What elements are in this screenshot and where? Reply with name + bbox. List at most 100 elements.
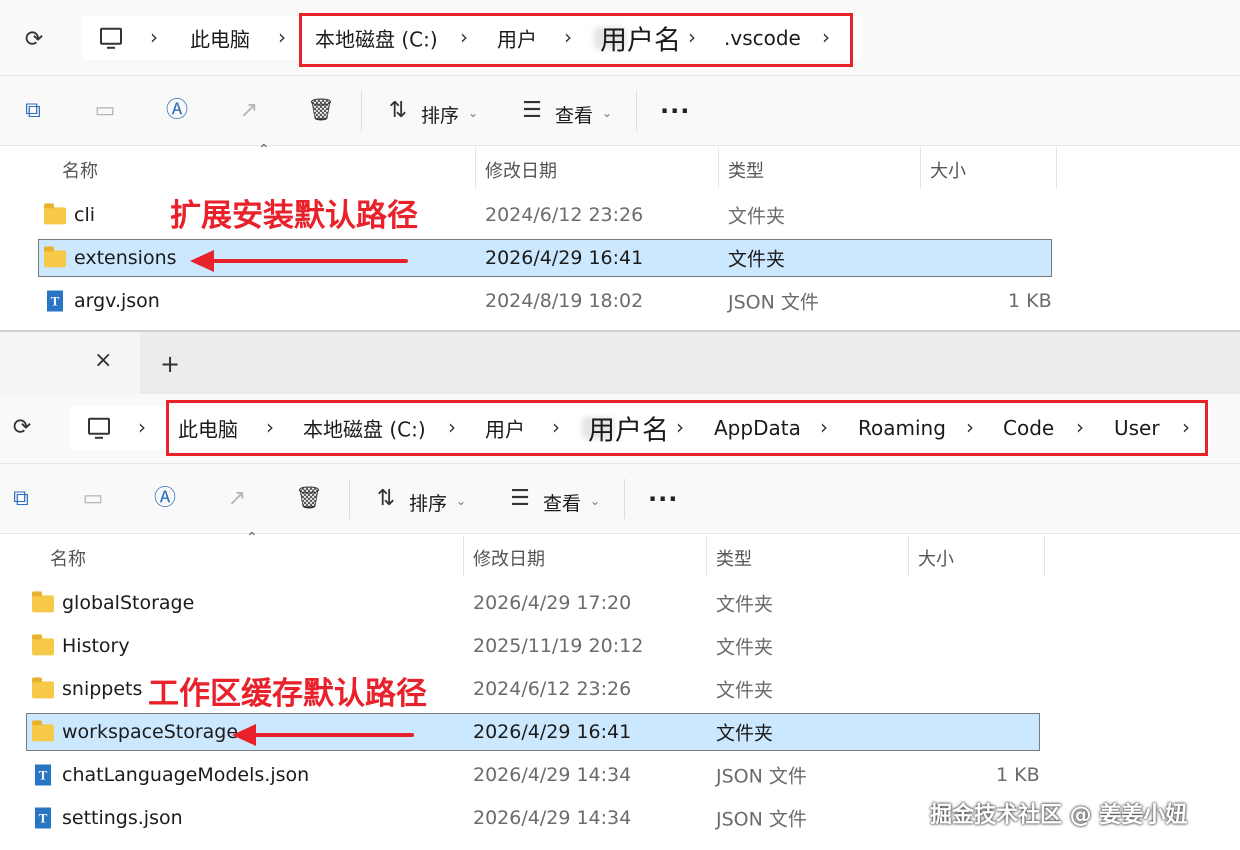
delete-icon[interactable]: 🗑 [307,97,335,125]
explorer-window-user: ⟳ › 此电脑 › 本地磁盘 (C:) › 用户 › 用户名 › AppData… [0,394,1240,850]
view-icon[interactable]: ☰ [518,97,546,125]
breadcrumb-chevron-icon[interactable]: › [278,25,286,49]
breadcrumb-chevron-icon[interactable]: › [138,415,146,439]
file-row-selected[interactable]: workspaceStorage 2026/4/29 16:41 文件夹 [26,713,1040,751]
folder-icon [32,634,54,656]
column-date[interactable]: 修改日期 [473,545,545,571]
column-separator[interactable] [908,536,909,576]
file-type: 文件夹 [716,593,774,616]
file-name: argv.json [74,290,160,312]
file-type: 文件夹 [728,248,786,271]
file-name: workspaceStorage [62,721,239,743]
delete-icon[interactable]: 🗑 [295,485,323,513]
address-bar-row: ⟳ › 此电脑 › 本地磁盘 (C:) › 用户 › 用户名 › AppData… [0,394,1240,464]
file-row[interactable]: T argv.json 2024/8/19 18:02 JSON 文件 1 KB [38,282,1052,320]
view-button[interactable]: 查看 [555,101,593,128]
toolbar-separator [361,91,362,131]
file-name: extensions [74,247,177,269]
toolbar-separator [636,91,637,131]
breadcrumb-this-pc[interactable]: 此电脑 [190,24,250,53]
column-size[interactable]: 大小 [918,545,954,571]
plus-icon[interactable]: + [160,350,180,378]
file-type: 文件夹 [716,636,774,659]
paste-icon[interactable]: ▭ [91,97,119,125]
column-separator[interactable] [920,148,921,188]
file-date: 2026/4/29 14:34 [473,807,632,829]
sort-icon[interactable]: ⇅ [384,97,412,125]
command-toolbar: ⧉ ▭ Ⓐ ↗ 🗑 ⇅ 排序 ⌄ ☰ 查看 ⌄ ··· [0,464,1240,534]
file-name: snippets [62,678,143,700]
share-icon[interactable]: ↗ [223,485,251,513]
column-name[interactable]: 名称 [50,545,86,571]
column-name[interactable]: 名称 [62,157,98,183]
file-date: 2026/4/29 16:41 [485,247,644,269]
sort-button[interactable]: 排序 [409,489,447,516]
file-row[interactable]: T chatLanguageModels.json 2026/4/29 14:3… [26,756,1040,794]
path-highlight-box [166,400,1208,456]
explorer-window-vscode: ⟳ › 此电脑 › 本地磁盘 (C:) › 用户 › 用户名 › .vscode… [0,0,1240,330]
more-options-button[interactable]: ··· [648,485,678,513]
column-separator[interactable] [1044,536,1045,576]
file-name: settings.json [62,807,183,829]
json-file-icon: T [35,764,51,786]
sort-ascending-icon: ⌃ [246,530,258,546]
file-row[interactable]: T settings.json 2026/4/29 14:34 JSON 文件 [26,799,1040,837]
file-size: 1 KB [996,764,1040,786]
paste-icon[interactable]: ▭ [79,485,107,513]
chevron-down-icon[interactable]: ⌄ [602,106,612,120]
red-arrow-icon [190,250,408,272]
column-separator[interactable] [1056,148,1057,188]
copy-icon[interactable]: ⧉ [19,97,47,125]
file-type: JSON 文件 [716,765,807,788]
file-type: 文件夹 [728,205,786,228]
json-file-icon: T [47,290,63,312]
column-type[interactable]: 类型 [716,545,752,571]
column-separator[interactable] [706,536,707,576]
path-highlight-box [299,13,853,67]
folder-icon [32,720,54,742]
sort-icon[interactable]: ⇅ [372,485,400,513]
annotation-workspace-path: 工作区缓存默认路径 [148,676,427,712]
copy-icon[interactable]: ⧉ [7,485,35,513]
red-arrow-icon [232,724,414,746]
file-name: cli [74,204,96,226]
folder-icon [44,203,66,225]
file-date: 2024/8/19 18:02 [485,290,644,312]
chevron-down-icon[interactable]: ⌄ [456,494,466,508]
chevron-down-icon[interactable]: ⌄ [468,106,478,120]
json-file-icon: T [35,807,51,829]
column-separator[interactable] [718,148,719,188]
column-type[interactable]: 类型 [728,157,764,183]
folder-icon [32,677,54,699]
file-date: 2025/11/19 20:12 [473,635,644,657]
file-type: 文件夹 [716,679,774,702]
rename-icon[interactable]: Ⓐ [163,97,191,125]
computer-icon [88,417,110,439]
column-size[interactable]: 大小 [930,157,966,183]
share-icon[interactable]: ↗ [235,97,263,125]
refresh-icon[interactable]: ⟳ [20,26,48,54]
sort-button[interactable]: 排序 [421,101,459,128]
file-name: globalStorage [62,592,195,614]
rename-icon[interactable]: Ⓐ [151,485,179,513]
file-row[interactable]: History 2025/11/19 20:12 文件夹 [26,627,1040,665]
tab-current[interactable]: × [0,332,140,394]
address-bar-row: ⟳ › 此电脑 › 本地磁盘 (C:) › 用户 › 用户名 › .vscode… [0,0,1240,76]
computer-icon [100,27,122,49]
column-separator[interactable] [475,148,476,188]
column-separator[interactable] [463,536,464,576]
close-icon[interactable]: × [94,348,112,373]
toolbar-separator [624,479,625,519]
breadcrumb-chevron-icon[interactable]: › [150,25,158,49]
chevron-down-icon[interactable]: ⌄ [590,494,600,508]
file-type: JSON 文件 [716,808,807,831]
file-size: 1 KB [1008,290,1052,312]
column-date[interactable]: 修改日期 [485,157,557,183]
file-row[interactable]: globalStorage 2026/4/29 17:20 文件夹 [26,584,1040,622]
file-type: JSON 文件 [728,291,819,314]
sort-ascending-icon: ⌃ [258,142,270,158]
view-icon[interactable]: ☰ [506,485,534,513]
refresh-icon[interactable]: ⟳ [8,414,36,442]
more-options-button[interactable]: ··· [660,97,690,125]
view-button[interactable]: 查看 [543,489,581,516]
